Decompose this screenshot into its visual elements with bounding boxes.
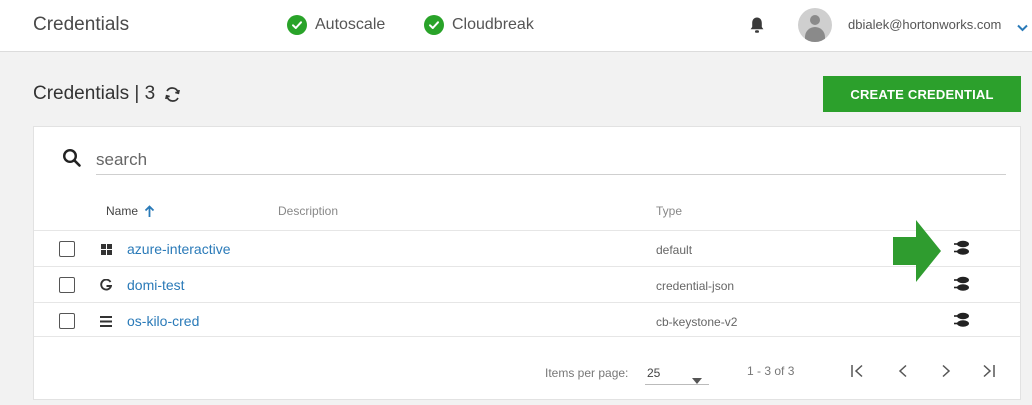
column-header-label: Name xyxy=(106,204,139,218)
search-icon xyxy=(62,148,82,173)
items-per-page-label: Items per page: xyxy=(545,366,629,380)
search-input[interactable] xyxy=(96,145,1006,175)
credential-type: credential-json xyxy=(656,279,735,293)
bell-icon[interactable] xyxy=(749,16,765,39)
credential-name-link[interactable]: os-kilo-cred xyxy=(127,313,199,329)
credentials-card: Name Description Type azure-interactive … xyxy=(33,126,1021,400)
previous-page-icon[interactable] xyxy=(890,358,916,384)
next-page-icon[interactable] xyxy=(933,358,959,384)
row-checkbox[interactable] xyxy=(59,277,75,293)
top-bar: Credentials Autoscale Cloudbreak dbialek… xyxy=(0,0,1032,52)
avatar[interactable] xyxy=(798,8,832,42)
sort-ascending-icon xyxy=(144,204,155,218)
create-credential-button[interactable]: CREATE CREDENTIAL xyxy=(823,76,1021,112)
items-per-page-select[interactable]: 25 xyxy=(647,366,660,380)
caret-down-icon[interactable] xyxy=(692,371,702,389)
divider xyxy=(34,336,1020,337)
last-page-icon[interactable] xyxy=(975,358,1001,384)
arrow-right-icon xyxy=(893,220,943,287)
status-label: Autoscale xyxy=(315,16,386,33)
credential-name-link[interactable]: azure-interactive xyxy=(127,241,231,257)
credential-type: cb-keystone-v2 xyxy=(656,315,738,329)
windows-icon xyxy=(99,242,113,256)
chevron-down-icon[interactable] xyxy=(1017,19,1028,37)
status-label: Cloudbreak xyxy=(452,16,534,33)
launch-cluster-icon[interactable] xyxy=(951,276,971,297)
status-autoscale[interactable]: Autoscale xyxy=(287,15,385,35)
row-checkbox[interactable] xyxy=(59,313,75,329)
google-icon xyxy=(99,278,113,292)
status-cloudbreak[interactable]: Cloudbreak xyxy=(424,15,534,35)
column-header-name[interactable]: Name xyxy=(106,204,155,218)
check-circle-icon xyxy=(424,15,444,35)
page-title-text: Credentials | 3 xyxy=(33,83,156,104)
credential-name-link[interactable]: domi-test xyxy=(127,277,185,293)
page-range: 1 - 3 of 3 xyxy=(747,364,795,378)
column-header-type[interactable]: Type xyxy=(656,204,682,218)
table-row[interactable]: domi-test credential-json xyxy=(34,266,1020,302)
table-row[interactable]: os-kilo-cred cb-keystone-v2 xyxy=(34,302,1020,338)
first-page-icon[interactable] xyxy=(845,358,871,384)
row-checkbox[interactable] xyxy=(59,241,75,257)
check-circle-icon xyxy=(287,15,307,35)
user-email[interactable]: dbialek@hortonworks.com xyxy=(848,17,1001,32)
launch-cluster-icon[interactable] xyxy=(951,312,971,333)
page-title: Credentials | 3 xyxy=(33,83,182,105)
credential-type: default xyxy=(656,243,693,257)
refresh-icon[interactable] xyxy=(163,85,182,104)
openstack-icon xyxy=(99,314,113,328)
table-row[interactable]: azure-interactive default xyxy=(34,230,1020,266)
select-underline xyxy=(645,384,709,385)
launch-cluster-icon[interactable] xyxy=(951,240,971,261)
column-header-description[interactable]: Description xyxy=(278,204,338,218)
app-title: Credentials xyxy=(33,14,130,35)
